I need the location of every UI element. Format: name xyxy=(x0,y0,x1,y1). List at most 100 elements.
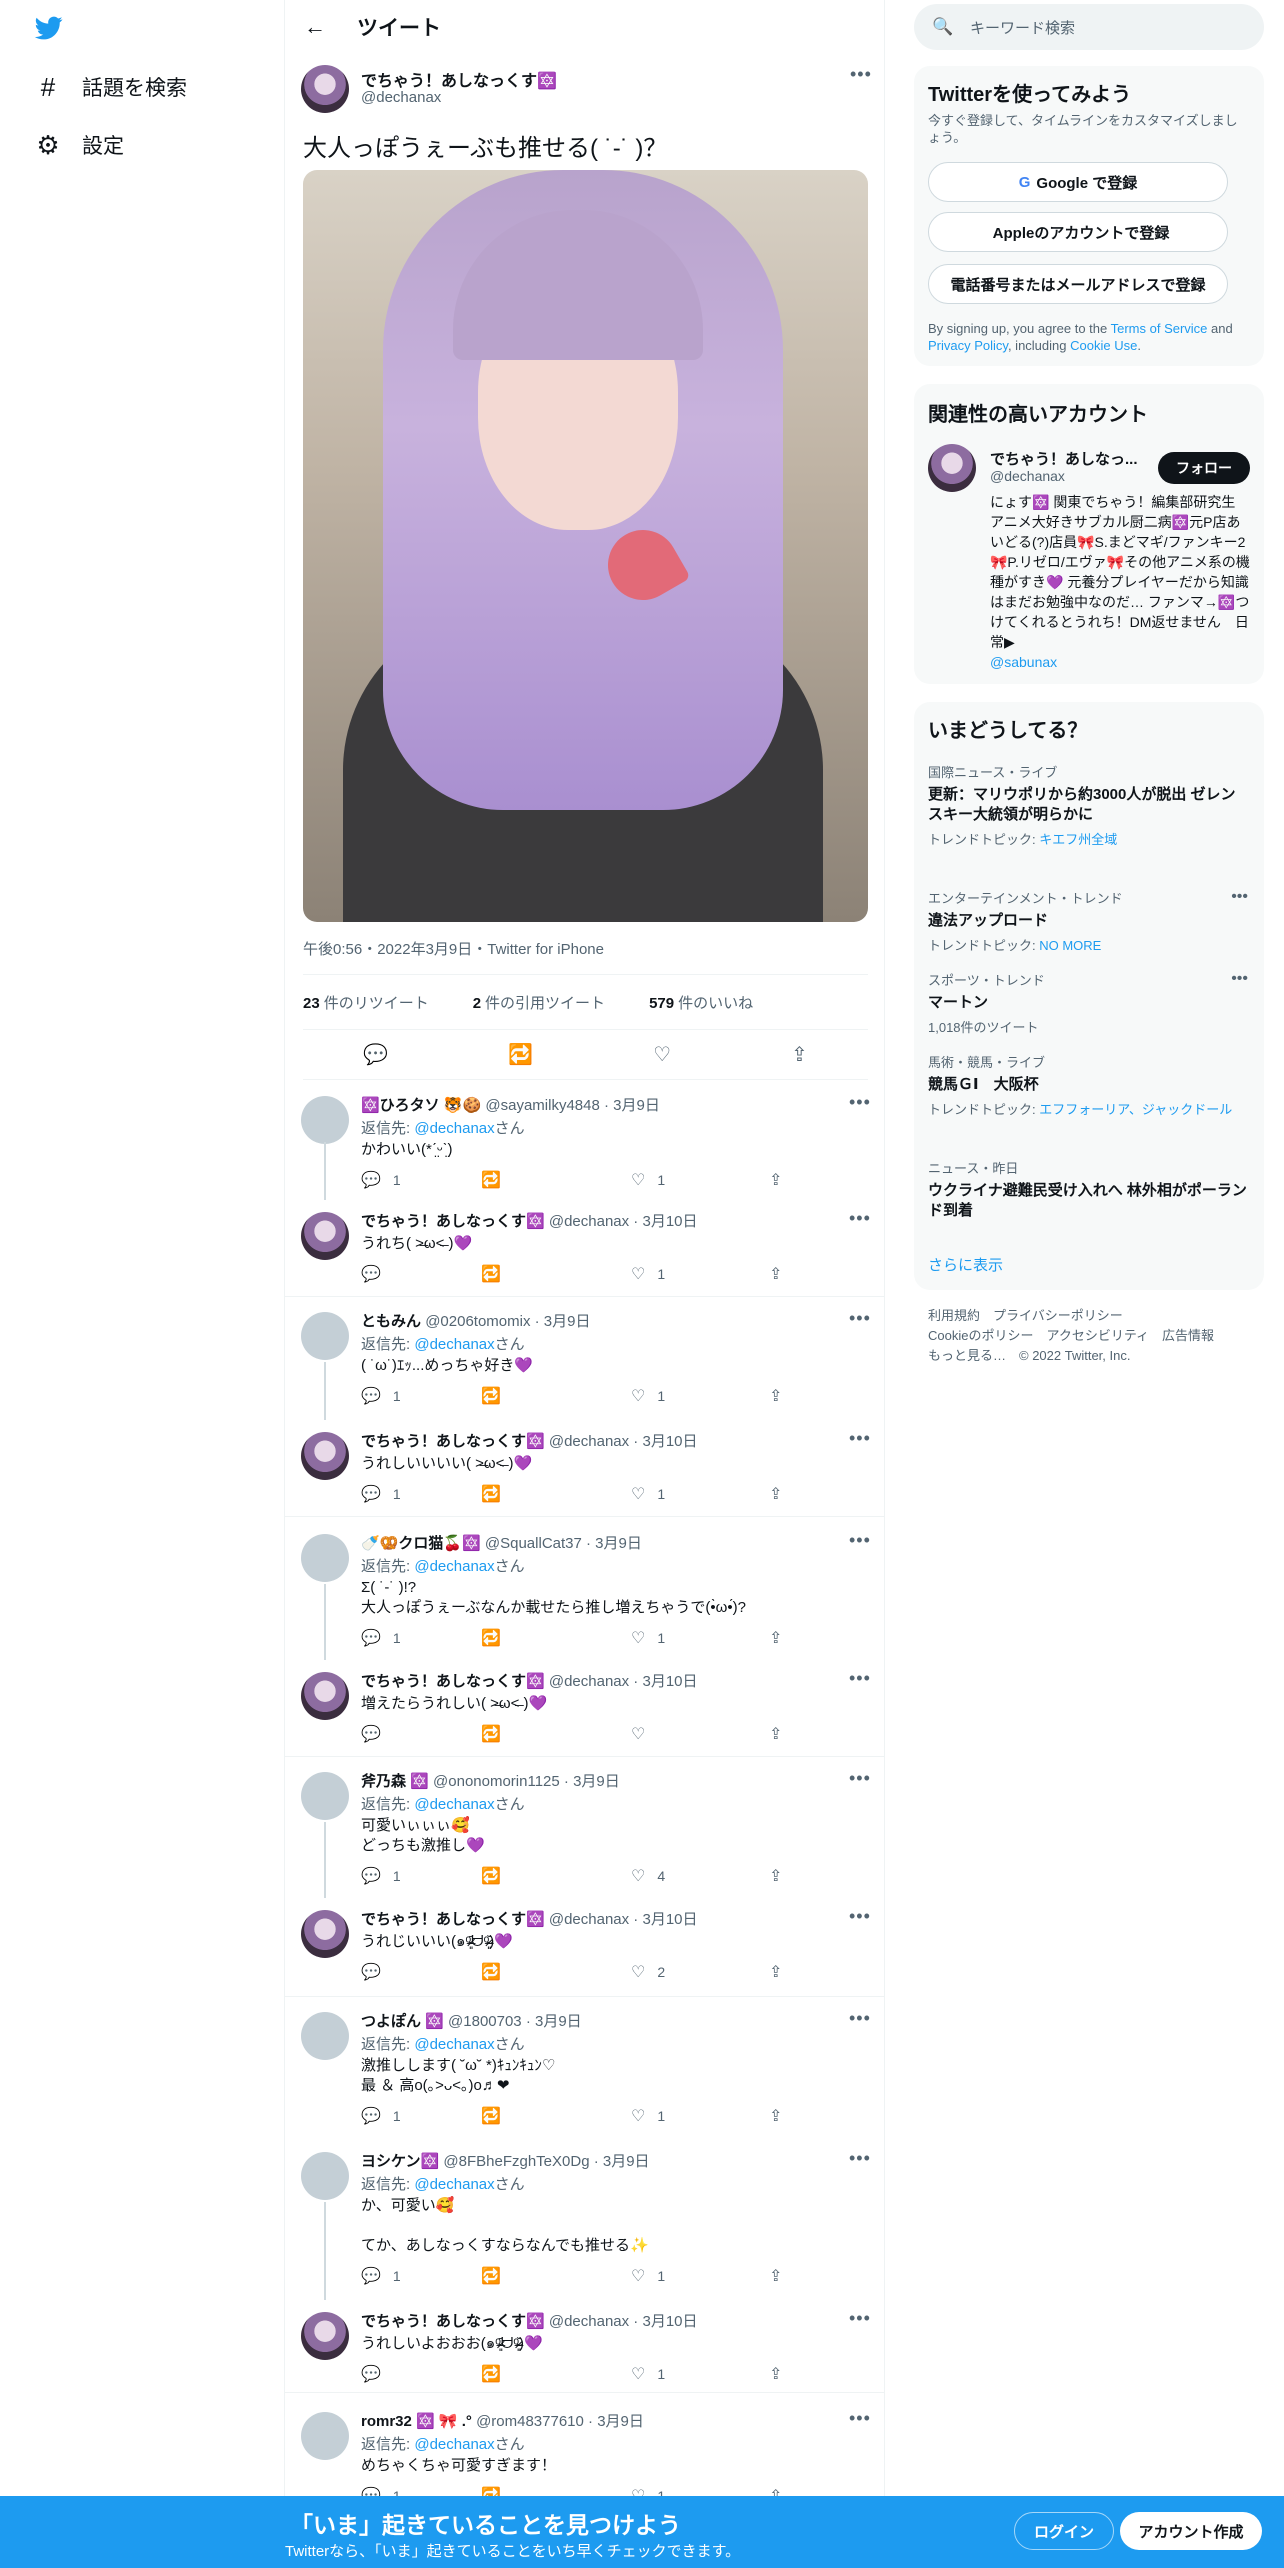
signup-button[interactable]: アカウント作成 xyxy=(1120,2512,1262,2550)
reply-author-handle[interactable]: @dechanax · 3月10日 xyxy=(549,1213,698,1230)
reply-button[interactable]: 💬 xyxy=(361,1962,393,1982)
reply-to-user[interactable]: @dechanax xyxy=(414,1336,494,1353)
bio-link[interactable]: @sabunax xyxy=(990,654,1057,670)
more-options-icon[interactable]: ••• xyxy=(849,1092,871,1113)
trend-item[interactable]: 馬術・競馬・ライブ 競馬ＧⅠ 大阪杯 トレンドトピック: エフフォーリア、ジャックド… xyxy=(928,1052,1248,1118)
reply-author-handle[interactable]: @ononomorin1125 · 3月9日 xyxy=(433,1773,620,1790)
reply-to-user[interactable]: @dechanax xyxy=(414,1558,494,1575)
share-button[interactable]: ⇪ xyxy=(769,1484,794,1504)
more-options-icon[interactable]: ••• xyxy=(1231,888,1248,906)
like-button[interactable]: ♡1 xyxy=(631,1264,665,1284)
more-options-icon[interactable]: ••• xyxy=(849,1906,871,1927)
like-button[interactable]: ♡ 2 xyxy=(631,1962,665,1982)
reply-to-user[interactable]: @dechanax xyxy=(414,2036,494,2053)
tweet-timestamp[interactable]: 午後0:56・2022年3月9日・Twitter for iPhone xyxy=(303,938,604,959)
reply-to-user[interactable]: @dechanax xyxy=(414,1796,494,1813)
reply-author-handle[interactable]: @1800703 · 3月9日 xyxy=(448,2013,582,2030)
apple-signup-button[interactable]: Appleのアカウントで登録 xyxy=(928,212,1228,252)
like-button[interactable]: ♡1 xyxy=(631,1628,665,1648)
reply-button[interactable]: 💬1 xyxy=(361,1170,401,1190)
avatar[interactable] xyxy=(301,2152,349,2200)
reply-button[interactable]: 💬 xyxy=(361,1724,393,1744)
avatar[interactable] xyxy=(928,444,976,492)
twitter-logo-icon[interactable] xyxy=(33,14,65,42)
more-options-icon[interactable]: ••• xyxy=(849,2408,871,2429)
login-button[interactable]: ログイン xyxy=(1014,2512,1114,2550)
footer-line2[interactable]: Cookieのポリシー アクセシビリティ 広告情報 xyxy=(928,1326,1248,1346)
search-input[interactable]: キーワード検索 xyxy=(970,17,1075,38)
avatar[interactable] xyxy=(301,1672,349,1720)
more-options-icon[interactable]: ••• xyxy=(850,64,872,85)
avatar[interactable] xyxy=(301,1772,349,1820)
reply-author-name[interactable]: でちゃう！あしなっくす🔯 xyxy=(361,1433,545,1450)
reply-author-name[interactable]: ヨシケン🔯 xyxy=(361,2153,439,2170)
like-button[interactable]: ♡1 xyxy=(631,1170,665,1190)
avatar[interactable] xyxy=(301,1910,349,1958)
author-handle[interactable]: @dechanax xyxy=(361,89,441,106)
reply-to-user[interactable]: @dechanax xyxy=(414,2436,494,2453)
trend-item[interactable]: 国際ニュース・ライブ 更新：マリウポリから約3000人が脱出 ゼレンスキー大統領が… xyxy=(928,762,1248,848)
avatar[interactable] xyxy=(301,1432,349,1480)
retweet-button[interactable]: 🔁 xyxy=(481,1484,513,1504)
retweets-stat[interactable]: 23 件のリツイート xyxy=(303,992,451,1013)
retweet-button[interactable]: 🔁 xyxy=(481,1170,513,1190)
reply-button[interactable]: 💬1 xyxy=(361,1386,401,1406)
share-button[interactable]: ⇪ xyxy=(769,2364,794,2384)
reply-author-name[interactable]: romr32 🔯 🎀 .° xyxy=(361,2413,472,2430)
share-button[interactable]: ⇪ xyxy=(769,1264,794,1284)
reply-author-name[interactable]: でちゃう！あしなっくす🔯 xyxy=(361,1911,545,1928)
reply-author-name[interactable]: つよぽん 🔯 xyxy=(361,2013,444,2030)
trend-sub-link[interactable]: キエフ州全域 xyxy=(1039,832,1117,847)
nav-explore[interactable]: # 話題を検索 xyxy=(34,67,187,107)
related-account-handle[interactable]: @dechanax xyxy=(990,468,1065,484)
privacy-link[interactable]: Privacy Policy xyxy=(928,338,1008,353)
author-name[interactable]: でちゃう！あしなっくす🔯 xyxy=(361,67,557,91)
share-button[interactable]: ⇪ xyxy=(769,1962,794,1982)
like-button[interactable]: ♡1 xyxy=(631,2106,665,2126)
like-button[interactable]: ♡1 xyxy=(631,1386,665,1406)
reply-author-handle[interactable]: @rom48377610 · 3月9日 xyxy=(476,2413,644,2430)
avatar[interactable] xyxy=(301,1534,349,1582)
reply-button[interactable]: 💬1 xyxy=(361,1866,401,1886)
share-button[interactable]: ⇪ xyxy=(769,2266,794,2286)
share-button[interactable]: ⇪ xyxy=(769,2106,794,2126)
tweet-photo[interactable] xyxy=(303,170,868,922)
retweet-button[interactable]: 🔁 xyxy=(481,1962,513,1982)
avatar[interactable] xyxy=(301,65,349,113)
more-options-icon[interactable]: ••• xyxy=(849,1768,871,1789)
more-options-icon[interactable]: ••• xyxy=(849,1428,871,1449)
more-options-icon[interactable]: ••• xyxy=(1231,970,1248,988)
reply-author-handle[interactable]: @SquallCat37 · 3月9日 xyxy=(485,1535,642,1552)
share-icon[interactable]: ⇪ xyxy=(791,1042,808,1067)
reply-author-name[interactable]: でちゃう！あしなっくす🔯 xyxy=(361,2313,545,2330)
reply-to-user[interactable]: @dechanax xyxy=(414,1120,494,1137)
retweet-button[interactable]: 🔁 xyxy=(481,1724,513,1744)
retweet-button[interactable]: 🔁 xyxy=(481,2364,513,2384)
reply-to-user[interactable]: @dechanax xyxy=(414,2176,494,2193)
retweet-button[interactable]: 🔁 xyxy=(481,2106,513,2126)
follow-button[interactable]: フォロー xyxy=(1158,452,1250,484)
like-icon[interactable]: ♡ xyxy=(653,1042,671,1067)
more-options-icon[interactable]: ••• xyxy=(849,1668,871,1689)
retweet-button[interactable]: 🔁 xyxy=(481,1264,513,1284)
back-arrow-icon[interactable]: ← xyxy=(301,13,329,41)
like-button[interactable]: ♡1 xyxy=(631,2364,665,2384)
more-options-icon[interactable]: ••• xyxy=(849,2308,871,2329)
reply-author-handle[interactable]: @0206tomomix · 3月9日 xyxy=(425,1313,590,1330)
share-button[interactable]: ⇪ xyxy=(769,1628,794,1648)
reply-author-handle[interactable]: @dechanax · 3月10日 xyxy=(549,2313,698,2330)
reply-button[interactable]: 💬1 xyxy=(361,1484,401,1504)
show-more-link[interactable]: さらに表示 xyxy=(928,1254,1003,1275)
phone-signup-button[interactable]: 電話番号またはメールアドレスで登録 xyxy=(928,264,1228,304)
more-options-icon[interactable]: ••• xyxy=(849,1530,871,1551)
reply-author-name[interactable]: 🔯ひろタソ 🐯🍪 xyxy=(361,1097,481,1114)
related-account-name[interactable]: でちゃう！あしなっ... xyxy=(990,448,1138,469)
retweet-icon[interactable]: 🔁 xyxy=(508,1042,533,1067)
retweet-button[interactable]: 🔁 xyxy=(481,1628,513,1648)
more-options-icon[interactable]: ••• xyxy=(849,1308,871,1329)
like-button[interactable]: ♡ 4 xyxy=(631,1866,665,1886)
google-signup-button[interactable]: G Google で登録 xyxy=(928,162,1228,202)
trend-item[interactable]: スポーツ・トレンド マートン 1,018件のツイート ••• xyxy=(928,970,1248,1036)
reply-author-name[interactable]: でちゃう！あしなっくす🔯 xyxy=(361,1213,545,1230)
trend-sub-link[interactable]: エフフォーリア、ジャックドール xyxy=(1039,1102,1232,1117)
